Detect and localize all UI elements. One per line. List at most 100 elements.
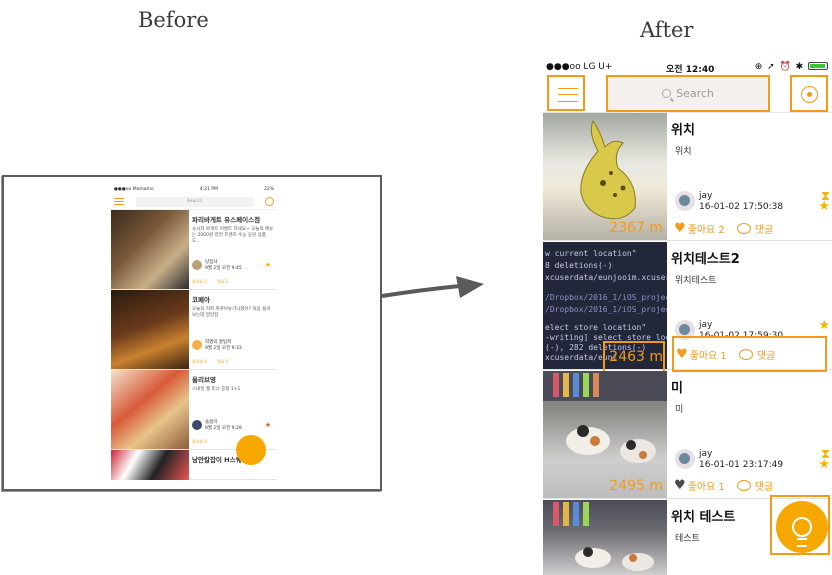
before-list-item[interactable]: 코페아 오늘의 커피 파푸아뉴기니였어? 처음 들어보는데 달달함 익명의 꿀팁… [111, 290, 277, 370]
svg-text:8 deletions(-): 8 deletions(-) [545, 261, 612, 270]
search-icon [662, 89, 672, 98]
before-item-photo [111, 290, 189, 369]
after-status-bar: ●●●oo LG U+ 오전 12:40 ⊕ ➚ ⏰ ✱ [543, 60, 832, 75]
battery-icon [808, 62, 828, 70]
list-item[interactable]: 2367 m 위치 위치 jay 16-01-02 17:50:38 ⧗ ★ ♥ 좋… [543, 113, 832, 241]
before-item-photo [111, 370, 189, 449]
before-item-photo [111, 450, 189, 480]
before-search-input[interactable]: Search [135, 196, 254, 207]
before-item-title: 파리바게트 유스페이스점 [192, 216, 261, 224]
hamburger-icon [558, 88, 578, 102]
before-item-title: 올리브영 [192, 376, 216, 384]
before-battery: 22% [263, 187, 274, 192]
svg-text:w current location": w current location" [545, 249, 637, 258]
heart-icon: ♥ [676, 346, 688, 362]
distance-label: 2495 m [609, 478, 663, 494]
item-desc: 미 [675, 405, 684, 415]
item-desc: 테스트 [675, 534, 700, 544]
star-icon: ★ [818, 457, 830, 472]
before-caption: Before [138, 8, 209, 32]
comment-icon [738, 348, 753, 360]
item-actions: ♥ 좋아요 1 댓글 [674, 478, 773, 493]
avatar [675, 449, 695, 469]
comparison-figure: Before After ●●●oo Mamamo 4:21 PM 22% Se… [0, 0, 832, 575]
menu-button[interactable] [547, 75, 585, 111]
before-like-button[interactable]: 좋아요 3 [192, 439, 207, 445]
distance-highlight [603, 341, 665, 373]
search-input[interactable]: Search [606, 75, 770, 112]
comment-button[interactable]: 댓글 [736, 478, 773, 493]
post-datetime: 16-01-01 23:17:49 [699, 460, 784, 470]
avatar [192, 260, 202, 270]
before-navbar: Search [111, 194, 277, 210]
before-item-photo [111, 210, 189, 289]
heart-icon: ♥ [674, 478, 686, 493]
before-status-bar: ●●●oo Mamamo 4:21 PM 22% [111, 185, 277, 194]
like-button[interactable]: ♥ 좋아요 1 [674, 478, 725, 493]
user-name: jay [699, 320, 713, 330]
location-button[interactable] [790, 75, 828, 112]
item-actions: ♥ 좋아요 2 댓글 [674, 221, 773, 236]
before-like-button[interactable]: 좋아요 4 [192, 359, 207, 365]
lightbulb-icon [792, 517, 812, 547]
before-item-desc: 스네일 젤 토너 증정 1+1 [192, 387, 241, 392]
before-fab-bulb-button[interactable] [236, 435, 266, 465]
item-title: 미 [671, 381, 683, 396]
before-comment-button[interactable]: 댓글 1 [217, 279, 228, 285]
svg-text:/Dropbox/2016_1/iOS_project: /Dropbox/2016_1/iOS_project [545, 305, 667, 314]
list-item[interactable]: w current location" 8 deletions(-) xcuse… [543, 242, 832, 372]
like-button[interactable]: ♥ 좋아요 1 [676, 347, 727, 362]
svg-text:/Dropbox/2016_1/iOS_project: /Dropbox/2016_1/iOS_project [545, 293, 667, 302]
before-location-icon[interactable] [265, 197, 274, 206]
before-item-desc: 오늘의 커피 파푸아뉴기니였어? 처음 들어보는데 달달함 [192, 307, 271, 318]
before-frame: ●●●oo Mamamo 4:21 PM 22% Search 파리바게트 유스… [2, 175, 382, 491]
after-time: 오전 12:40 [666, 65, 715, 75]
heart-icon: ♥ [674, 221, 686, 236]
before-carrier: ●●●oo Mamamo [114, 187, 154, 192]
before-comment-button[interactable]: 댓글 0 [217, 359, 228, 365]
comment-button[interactable]: 댓글 [738, 347, 775, 362]
search-placeholder: Search [676, 87, 714, 100]
comment-button[interactable]: 댓글 [736, 221, 773, 236]
item-user: jay 16-01-02 17:50:38 [675, 191, 783, 213]
user-name: jay [699, 449, 713, 459]
star-icon: ★ [264, 421, 271, 429]
location-target-icon [801, 86, 818, 103]
star-icon: ★ [818, 318, 830, 333]
item-photo: 2495 m [543, 371, 667, 498]
like-button[interactable]: ♥ 좋아요 2 [674, 221, 725, 236]
after-navbar: Search [543, 75, 832, 113]
item-title: 위치 [671, 123, 695, 138]
before-menu-icon[interactable] [114, 198, 124, 205]
svg-text:xcuserdata/eunjooim.xcuserd: xcuserdata/eunjooim.xcuserd [545, 273, 667, 282]
fab-bulb-button[interactable] [776, 501, 828, 553]
distance-label: 2367 m [609, 220, 663, 236]
item-desc: 위치 [675, 147, 692, 157]
item-actions-highlighted: ♥ 좋아요 1 댓글 [672, 336, 827, 372]
arrow-icon [381, 276, 484, 298]
comment-icon [736, 480, 751, 491]
svg-text:elect store location": elect store location" [545, 323, 646, 332]
after-phone-screen: ●●●oo LG U+ 오전 12:40 ⊕ ➚ ⏰ ✱ Search 2367… [543, 60, 832, 575]
item-user: jay 16-01-01 23:17:49 [675, 449, 783, 471]
item-photo [543, 500, 667, 575]
fab-highlight [770, 495, 830, 555]
before-item-title: 코페아 [192, 296, 210, 304]
item-title: 위치 테스트 [671, 510, 736, 525]
cats-photo-icon [553, 502, 654, 571]
list-item[interactable]: 2495 m 미 미 jay 16-01-01 23:17:49 ⧗ ★ ♥ 좋아요… [543, 371, 832, 499]
after-status-icons: ⊕ ➚ ⏰ ✱ [755, 62, 828, 72]
avatar [192, 420, 202, 430]
before-list-item[interactable]: 파리바게트 유스페이스점 소시지 바게트 이벤트 하네요~ 오늘의 메뉴는 20… [111, 210, 277, 290]
before-phone-screen: ●●●oo Mamamo 4:21 PM 22% Search 파리바게트 유스… [111, 185, 277, 481]
item-desc: 위치테스트 [675, 276, 717, 286]
after-caption: After [640, 18, 694, 42]
item-title: 위치테스트2 [671, 252, 740, 267]
before-like-button[interactable]: 좋아요 2 [192, 279, 207, 285]
user-name: jay [699, 191, 713, 201]
star-icon: ★ [818, 199, 830, 214]
avatar [675, 191, 695, 211]
post-datetime: 16-01-02 17:50:38 [699, 202, 784, 212]
after-carrier: ●●●oo LG U+ [546, 62, 613, 72]
comment-icon [736, 223, 751, 234]
